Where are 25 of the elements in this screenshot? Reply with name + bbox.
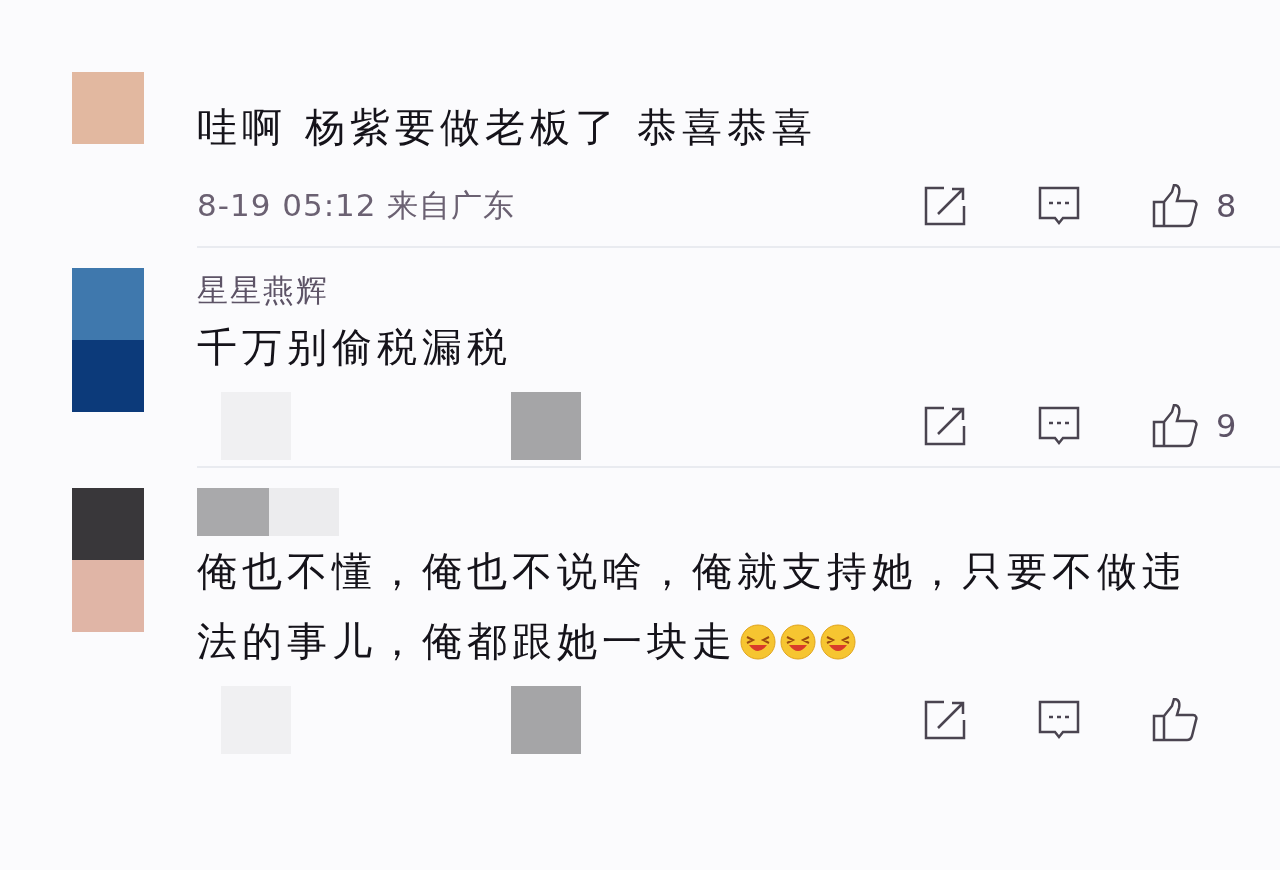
comment-icon	[1038, 186, 1080, 226]
thumbs-up-icon	[1152, 404, 1198, 448]
reply-button[interactable]	[1038, 406, 1080, 446]
thumbs-up-icon	[1152, 698, 1198, 742]
comment-meta: 8-19 05:12 来自广东	[197, 186, 516, 225]
reply-button[interactable]	[1038, 700, 1080, 740]
comment-icon	[1038, 406, 1080, 446]
like-button[interactable]: 9	[1152, 404, 1240, 448]
share-icon	[924, 700, 966, 740]
laughing-emoji-icon	[819, 623, 857, 661]
like-button[interactable]: 8	[1152, 184, 1240, 228]
share-button[interactable]	[924, 406, 966, 446]
thumbs-up-icon	[1152, 184, 1198, 228]
comment-icon	[1038, 700, 1080, 740]
laughing-emoji-icon	[739, 623, 777, 661]
comment-text: 俺也不懂，俺也不说啥，俺就支持她，只要不做违法的事儿，俺都跟她一块走	[197, 547, 1188, 666]
share-button[interactable]	[924, 186, 966, 226]
share-button[interactable]	[924, 700, 966, 740]
comment-text: 哇啊 杨紫要做老板了 恭喜恭喜	[197, 103, 819, 152]
share-icon	[924, 186, 966, 226]
user-name[interactable]: 星星燕辉	[197, 268, 1240, 312]
reply-button[interactable]	[1038, 186, 1080, 226]
comment-text: 千万别偷税漏税	[197, 323, 513, 372]
laughing-emoji-icon	[779, 623, 817, 661]
share-icon	[924, 406, 966, 446]
